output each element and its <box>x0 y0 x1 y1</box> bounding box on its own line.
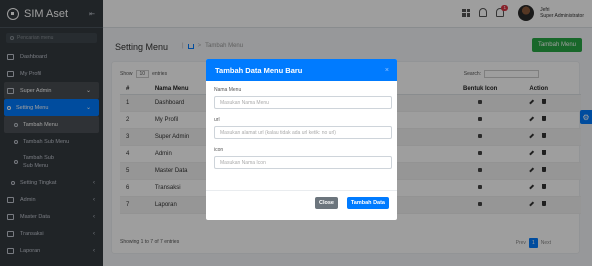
icon-field[interactable]: Masukan Nama Icon <box>214 156 392 169</box>
modal-title: Tambah Data Menu Baru <box>215 65 303 75</box>
add-menu-modal: Tambah Data Menu Baru × Nama Menu Masuka… <box>206 59 397 220</box>
icon-label: icon <box>214 147 224 153</box>
url-field[interactable]: Masukan alamat url (kalau tidak ada url … <box>214 126 392 139</box>
modal-header: Tambah Data Menu Baru × <box>206 59 397 81</box>
close-button[interactable]: Close <box>315 197 338 209</box>
modal-footer: Close Tambah Data <box>206 190 397 220</box>
url-label: url <box>214 117 220 123</box>
close-icon[interactable]: × <box>385 67 389 74</box>
nama-menu-field[interactable]: Masukan Nama Menu <box>214 96 392 109</box>
nama-menu-label: Nama Menu <box>214 87 242 93</box>
tambah-data-button[interactable]: Tambah Data <box>346 197 389 209</box>
modal-body: Nama Menu Masukan Nama Menu url Masukan … <box>206 81 397 169</box>
